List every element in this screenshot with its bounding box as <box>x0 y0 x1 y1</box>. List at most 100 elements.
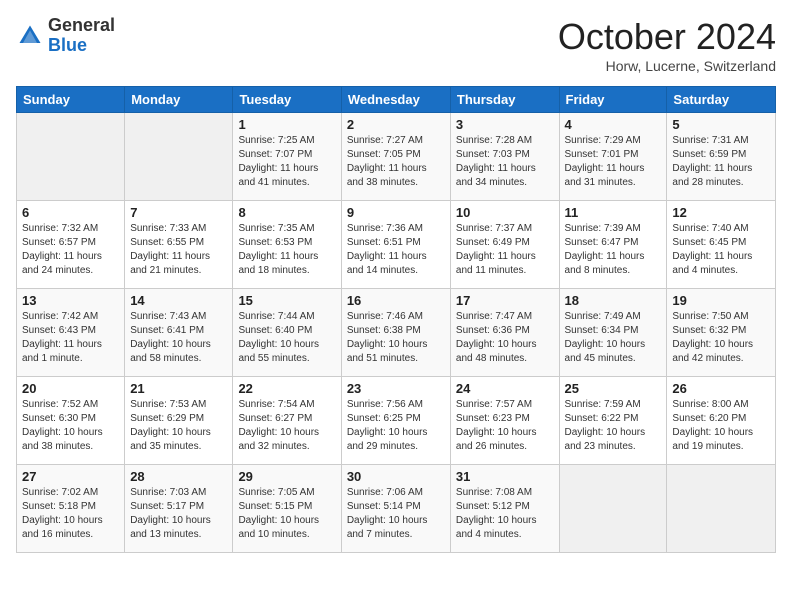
logo-general: General <box>48 16 115 36</box>
calendar-cell: 28 Sunrise: 7:03 AMSunset: 5:17 PMDayligh… <box>125 465 233 553</box>
day-info: Sunrise: 7:32 AMSunset: 6:57 PMDaylight:… <box>22 222 119 278</box>
day-info: Sunrise: 7:06 AMSunset: 5:14 PMDaylight:… <box>347 486 445 542</box>
day-number: 9 <box>347 205 445 220</box>
day-number: 4 <box>565 117 662 132</box>
day-info: Sunrise: 7:46 AMSunset: 6:38 PMDaylight:… <box>347 310 445 366</box>
day-number: 21 <box>130 381 227 396</box>
day-info: Sunrise: 7:43 AMSunset: 6:41 PMDaylight:… <box>130 310 227 366</box>
calendar-cell <box>17 113 125 201</box>
day-number: 13 <box>22 293 119 308</box>
day-number: 1 <box>238 117 335 132</box>
day-info: Sunrise: 7:56 AMSunset: 6:25 PMDaylight:… <box>347 398 445 454</box>
day-info: Sunrise: 7:31 AMSunset: 6:59 PMDaylight:… <box>672 134 770 190</box>
day-number: 16 <box>347 293 445 308</box>
day-number: 31 <box>456 469 554 484</box>
day-number: 10 <box>456 205 554 220</box>
calendar-week-row: 1Sunrise: 7:25 AMSunset: 7:07 PMDaylight… <box>17 113 776 201</box>
logo: General Blue <box>16 16 115 56</box>
calendar-cell: 27 Sunrise: 7:02 AMSunset: 5:18 PMDayligh… <box>17 465 125 553</box>
day-number: 30 <box>347 469 445 484</box>
calendar-cell: 18 Sunrise: 7:49 AMSunset: 6:34 PMDayligh… <box>559 289 667 377</box>
calendar-cell: 20 Sunrise: 7:52 AMSunset: 6:30 PMDayligh… <box>17 377 125 465</box>
calendar-week-row: 13 Sunrise: 7:42 AMSunset: 6:43 PMDayligh… <box>17 289 776 377</box>
day-info: Sunrise: 7:59 AMSunset: 6:22 PMDaylight:… <box>565 398 662 454</box>
calendar-cell: 23Sunrise: 7:56 AMSunset: 6:25 PMDayligh… <box>341 377 450 465</box>
calendar-cell: 16 Sunrise: 7:46 AMSunset: 6:38 PMDayligh… <box>341 289 450 377</box>
logo-icon <box>16 22 44 50</box>
calendar-cell: 26Sunrise: 8:00 AMSunset: 6:20 PMDayligh… <box>667 377 776 465</box>
calendar-cell: 24 Sunrise: 7:57 AMSunset: 6:23 PMDayligh… <box>450 377 559 465</box>
day-info: Sunrise: 7:42 AMSunset: 6:43 PMDaylight:… <box>22 310 119 366</box>
day-info: Sunrise: 7:05 AMSunset: 5:15 PMDaylight:… <box>238 486 335 542</box>
day-number: 3 <box>456 117 554 132</box>
weekday-header: Wednesday <box>341 87 450 113</box>
calendar-cell: 19Sunrise: 7:50 AMSunset: 6:32 PMDayligh… <box>667 289 776 377</box>
calendar-week-row: 20 Sunrise: 7:52 AMSunset: 6:30 PMDayligh… <box>17 377 776 465</box>
calendar-week-row: 6Sunrise: 7:32 AMSunset: 6:57 PMDaylight… <box>17 201 776 289</box>
day-info: Sunrise: 7:29 AMSunset: 7:01 PMDaylight:… <box>565 134 662 190</box>
day-number: 14 <box>130 293 227 308</box>
day-number: 7 <box>130 205 227 220</box>
calendar-cell <box>667 465 776 553</box>
day-info: Sunrise: 7:08 AMSunset: 5:12 PMDaylight:… <box>456 486 554 542</box>
day-info: Sunrise: 7:53 AMSunset: 6:29 PMDaylight:… <box>130 398 227 454</box>
calendar-cell: 17 Sunrise: 7:47 AMSunset: 6:36 PMDayligh… <box>450 289 559 377</box>
day-info: Sunrise: 7:27 AMSunset: 7:05 PMDaylight:… <box>347 134 445 190</box>
day-number: 27 <box>22 469 119 484</box>
calendar-cell: 5 Sunrise: 7:31 AMSunset: 6:59 PMDaylight… <box>667 113 776 201</box>
day-number: 11 <box>565 205 662 220</box>
day-info: Sunrise: 7:54 AMSunset: 6:27 PMDaylight:… <box>238 398 335 454</box>
day-number: 2 <box>347 117 445 132</box>
weekday-header: Monday <box>125 87 233 113</box>
day-number: 12 <box>672 205 770 220</box>
day-info: Sunrise: 7:02 AMSunset: 5:18 PMDaylight:… <box>22 486 119 542</box>
page-header: General Blue October 2024 Horw, Lucerne,… <box>16 16 776 74</box>
day-info: Sunrise: 7:52 AMSunset: 6:30 PMDaylight:… <box>22 398 119 454</box>
day-number: 20 <box>22 381 119 396</box>
day-info: Sunrise: 7:36 AMSunset: 6:51 PMDaylight:… <box>347 222 445 278</box>
day-number: 25 <box>565 381 662 396</box>
weekday-header: Thursday <box>450 87 559 113</box>
calendar-cell: 2 Sunrise: 7:27 AMSunset: 7:05 PMDaylight… <box>341 113 450 201</box>
day-number: 29 <box>238 469 335 484</box>
calendar-cell: 12Sunrise: 7:40 AMSunset: 6:45 PMDayligh… <box>667 201 776 289</box>
calendar-cell <box>559 465 667 553</box>
calendar-cell: 9 Sunrise: 7:36 AMSunset: 6:51 PMDaylight… <box>341 201 450 289</box>
logo-text: General Blue <box>48 16 115 56</box>
weekday-header-row: SundayMondayTuesdayWednesdayThursdayFrid… <box>17 87 776 113</box>
day-info: Sunrise: 7:03 AMSunset: 5:17 PMDaylight:… <box>130 486 227 542</box>
calendar-cell: 31 Sunrise: 7:08 AMSunset: 5:12 PMDayligh… <box>450 465 559 553</box>
day-info: Sunrise: 8:00 AMSunset: 6:20 PMDaylight:… <box>672 398 770 454</box>
day-number: 17 <box>456 293 554 308</box>
weekday-header: Saturday <box>667 87 776 113</box>
calendar-cell: 3Sunrise: 7:28 AMSunset: 7:03 PMDaylight… <box>450 113 559 201</box>
day-number: 28 <box>130 469 227 484</box>
day-number: 5 <box>672 117 770 132</box>
calendar-cell: 30 Sunrise: 7:06 AMSunset: 5:14 PMDayligh… <box>341 465 450 553</box>
calendar-cell: 22Sunrise: 7:54 AMSunset: 6:27 PMDayligh… <box>233 377 341 465</box>
day-info: Sunrise: 7:39 AMSunset: 6:47 PMDaylight:… <box>565 222 662 278</box>
day-number: 18 <box>565 293 662 308</box>
calendar-cell: 1Sunrise: 7:25 AMSunset: 7:07 PMDaylight… <box>233 113 341 201</box>
day-number: 24 <box>456 381 554 396</box>
logo-blue: Blue <box>48 36 115 56</box>
day-info: Sunrise: 7:50 AMSunset: 6:32 PMDaylight:… <box>672 310 770 366</box>
day-info: Sunrise: 7:44 AMSunset: 6:40 PMDaylight:… <box>238 310 335 366</box>
calendar-cell: 10 Sunrise: 7:37 AMSunset: 6:49 PMDayligh… <box>450 201 559 289</box>
calendar-cell <box>125 113 233 201</box>
weekday-header: Friday <box>559 87 667 113</box>
title-area: October 2024 Horw, Lucerne, Switzerland <box>558 16 776 74</box>
weekday-header: Sunday <box>17 87 125 113</box>
day-info: Sunrise: 7:57 AMSunset: 6:23 PMDaylight:… <box>456 398 554 454</box>
calendar-cell: 7Sunrise: 7:33 AMSunset: 6:55 PMDaylight… <box>125 201 233 289</box>
day-info: Sunrise: 7:37 AMSunset: 6:49 PMDaylight:… <box>456 222 554 278</box>
weekday-header: Tuesday <box>233 87 341 113</box>
day-info: Sunrise: 7:49 AMSunset: 6:34 PMDaylight:… <box>565 310 662 366</box>
calendar-cell: 14 Sunrise: 7:43 AMSunset: 6:41 PMDayligh… <box>125 289 233 377</box>
calendar-cell: 4 Sunrise: 7:29 AMSunset: 7:01 PMDaylight… <box>559 113 667 201</box>
calendar-week-row: 27 Sunrise: 7:02 AMSunset: 5:18 PMDayligh… <box>17 465 776 553</box>
day-info: Sunrise: 7:47 AMSunset: 6:36 PMDaylight:… <box>456 310 554 366</box>
calendar-cell: 11 Sunrise: 7:39 AMSunset: 6:47 PMDayligh… <box>559 201 667 289</box>
day-info: Sunrise: 7:35 AMSunset: 6:53 PMDaylight:… <box>238 222 335 278</box>
calendar-cell: 25 Sunrise: 7:59 AMSunset: 6:22 PMDayligh… <box>559 377 667 465</box>
